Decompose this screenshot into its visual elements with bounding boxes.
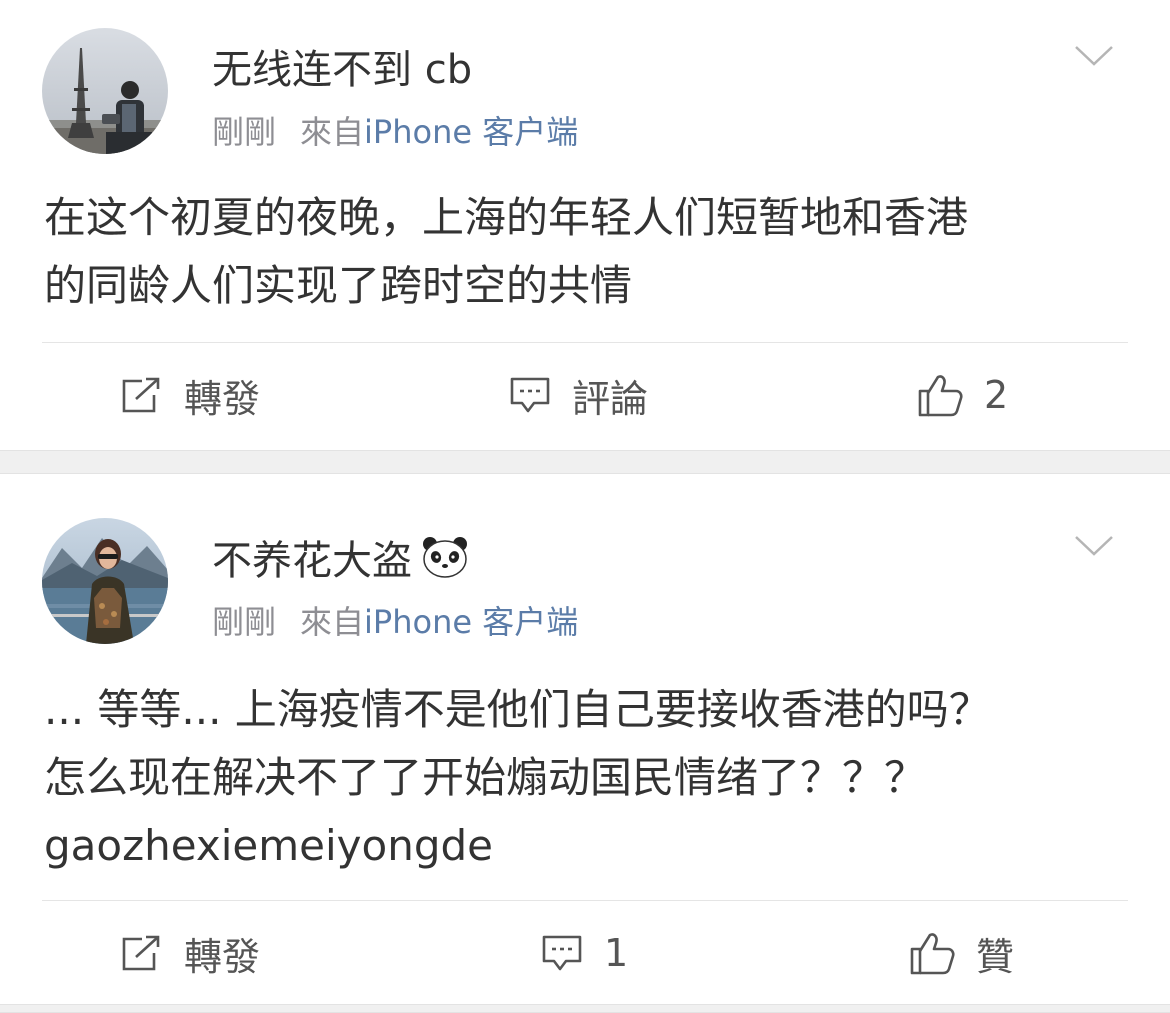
comment-text-line: gaozhexiemeiyongde bbox=[44, 821, 493, 870]
feed-separator bbox=[0, 450, 1170, 474]
source-link[interactable]: iPhone 客户端 bbox=[364, 603, 578, 641]
comment-button[interactable]: 1 bbox=[540, 928, 628, 978]
timestamp: 剛剛 bbox=[212, 603, 277, 641]
post-meta: 剛剛 來自iPhone 客户端 bbox=[212, 112, 578, 152]
comment-button[interactable]: 評論 bbox=[508, 370, 649, 421]
source-link[interactable]: iPhone 客户端 bbox=[364, 113, 578, 151]
comment-icon bbox=[508, 373, 552, 417]
repost-icon bbox=[120, 375, 164, 415]
like-button[interactable]: 贊 bbox=[908, 928, 1015, 979]
repost-icon bbox=[120, 933, 164, 973]
repost-label: 轉發 bbox=[184, 376, 261, 421]
comment-icon bbox=[540, 931, 584, 975]
thumbs-up-icon bbox=[908, 929, 956, 977]
username-text: 不养花大盗 bbox=[212, 538, 412, 584]
panda-emoji-icon bbox=[422, 536, 468, 589]
repost-label: 轉發 bbox=[184, 934, 261, 979]
avatar[interactable] bbox=[42, 518, 168, 644]
like-count: 2 bbox=[984, 373, 1009, 417]
like-button[interactable]: 2 bbox=[916, 370, 1008, 420]
divider bbox=[42, 342, 1128, 343]
chevron-down-icon[interactable] bbox=[1074, 534, 1114, 558]
from-label: 來自 bbox=[300, 603, 365, 641]
feed-separator bbox=[0, 1004, 1170, 1013]
comment-text-line: 怎么现在解决不了了开始煽动国民情绪了？？？ bbox=[44, 753, 927, 802]
timestamp: 剛剛 bbox=[212, 113, 277, 151]
comment-text-line: 的同龄人们实现了跨时空的共情 bbox=[44, 261, 633, 310]
username[interactable]: 无线连不到 cb bbox=[212, 46, 472, 94]
comment-count: 1 bbox=[604, 931, 629, 975]
repost-button[interactable]: 轉發 bbox=[120, 370, 261, 421]
from-label: 來自 bbox=[300, 113, 365, 151]
username[interactable]: 不养花大盗 bbox=[212, 536, 468, 589]
comment-card: 不养花大盗 剛剛 來自iPhone 客户端 ... 等等... 上海疫情不是他们… bbox=[0, 474, 1170, 1004]
like-label: 贊 bbox=[976, 934, 1015, 979]
comment-text: ... 等等... 上海疫情不是他们自己要接收香港的吗？ 怎么现在解决不了了开始… bbox=[44, 676, 1134, 880]
avatar[interactable] bbox=[42, 28, 168, 154]
comment-text-line: ... 等等... 上海疫情不是他们自己要接收香港的吗？ bbox=[44, 685, 991, 734]
chevron-down-icon[interactable] bbox=[1074, 44, 1114, 68]
comment-text: 在这个初夏的夜晚，上海的年轻人们短暂地和香港 的同龄人们实现了跨时空的共情 bbox=[44, 184, 1134, 320]
post-meta: 剛剛 來自iPhone 客户端 bbox=[212, 602, 578, 642]
comment-card: 无线连不到 cb 剛剛 來自iPhone 客户端 在这个初夏的夜晚，上海的年轻人们… bbox=[0, 0, 1170, 450]
comment-text-line: 在这个初夏的夜晚，上海的年轻人们短暂地和香港 bbox=[44, 193, 969, 242]
repost-button[interactable]: 轉發 bbox=[120, 928, 261, 979]
weibo-comment-feed: 无线连不到 cb 剛剛 來自iPhone 客户端 在这个初夏的夜晚，上海的年轻人们… bbox=[0, 0, 1170, 1013]
divider bbox=[42, 900, 1128, 901]
thumbs-up-icon bbox=[916, 371, 964, 419]
comment-label: 評論 bbox=[572, 376, 649, 421]
